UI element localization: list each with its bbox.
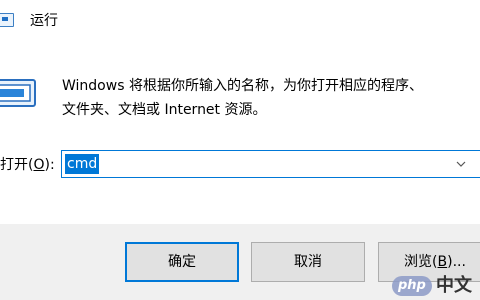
dialog-title: 运行	[30, 13, 58, 29]
browse-label-suffix: )...	[447, 254, 466, 270]
open-label-suffix: ):	[44, 157, 55, 173]
open-input[interactable]: cmd	[65, 154, 100, 174]
dialog-body	[0, 42, 480, 224]
title-bar: 运行	[0, 0, 480, 42]
watermark-text: 中文	[436, 275, 472, 296]
chevron-down-icon[interactable]	[455, 155, 467, 173]
open-label: 打开(O):	[0, 154, 55, 176]
watermark-badge-text: php	[398, 278, 426, 293]
run-dialog-icon	[0, 79, 36, 107]
open-combobox[interactable]: cmd	[61, 150, 480, 178]
ok-button[interactable]: 确定	[125, 242, 239, 282]
description-line-1: Windows 将根据你所输入的名称，为你打开相应的程序、	[62, 78, 423, 94]
description-line-2: 文件夹、文档或 Internet 资源。	[62, 102, 267, 118]
cancel-button[interactable]: 取消	[251, 242, 365, 282]
dialog-description: Windows 将根据你所输入的名称，为你打开相应的程序、 文件夹、文档或 In…	[62, 74, 472, 122]
site-watermark: php 中文	[392, 274, 480, 298]
run-app-icon	[0, 13, 14, 27]
browse-label-accel: B	[437, 254, 448, 270]
open-label-accel: O	[33, 157, 45, 173]
browse-label-prefix: 浏览(	[404, 254, 438, 270]
open-label-prefix: 打开(	[0, 157, 34, 173]
